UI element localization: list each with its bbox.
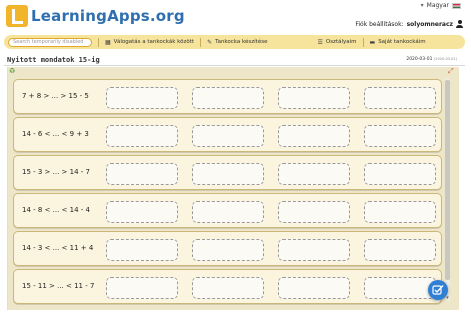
check-edit-icon bbox=[432, 285, 444, 295]
row-expression: 15 - 3 > ... > 14 - 7 bbox=[22, 168, 90, 176]
folder-icon: ▬ bbox=[369, 38, 376, 46]
nav-divider bbox=[98, 37, 99, 47]
header: LearningApps.org ▾ Magyar Fiók beállítás… bbox=[0, 0, 471, 32]
hungarian-flag-icon bbox=[452, 2, 461, 9]
nav-classes-label: Osztályaim bbox=[325, 39, 357, 45]
caret-down-icon: ▾ bbox=[420, 2, 424, 9]
answer-drop-slot[interactable] bbox=[364, 277, 436, 299]
exercise-row: 14 - 6 < ... < 9 + 3 bbox=[13, 117, 442, 152]
main-navbar: Search temporarily disabled ▦ Válogatás … bbox=[4, 35, 465, 49]
nav-my-apps[interactable]: ▬ Saját tankockáim bbox=[370, 39, 426, 46]
answer-drop-slot[interactable] bbox=[192, 277, 264, 299]
answer-drop-slot[interactable] bbox=[106, 277, 178, 299]
fullscreen-icon[interactable]: ⤢ bbox=[448, 68, 455, 75]
answer-drop-slot[interactable] bbox=[106, 239, 178, 261]
answer-drop-slot[interactable] bbox=[192, 125, 264, 147]
check-button[interactable] bbox=[428, 280, 448, 300]
scrollbar-thumb[interactable] bbox=[445, 80, 450, 280]
row-expression: 14 - 8 < ... < 14 - 4 bbox=[22, 206, 90, 214]
search-input[interactable]: Search temporarily disabled bbox=[8, 37, 92, 47]
answer-drop-slot[interactable] bbox=[364, 125, 436, 147]
answer-drop-slot[interactable] bbox=[192, 239, 264, 261]
exercise-row: 14 - 3 < ... < 11 + 4 bbox=[13, 231, 442, 266]
language-label: Magyar bbox=[426, 2, 449, 9]
page-title: Nyitott mondatok 15-ig bbox=[7, 56, 100, 64]
row-expression: 14 - 6 < ... < 9 + 3 bbox=[22, 130, 89, 138]
answer-drop-slot[interactable] bbox=[106, 87, 178, 109]
grid-icon: ▦ bbox=[105, 38, 111, 46]
logo-icon bbox=[6, 5, 28, 27]
row-expression: 15 - 11 > ... < 11 - 7 bbox=[22, 282, 95, 290]
refresh-icon[interactable]: ♻ bbox=[9, 68, 16, 75]
divider bbox=[4, 65, 465, 66]
nav-create-app[interactable]: ✎ Tankocka készítése bbox=[207, 39, 267, 46]
nav-browse-label: Válogatás a tankockák között bbox=[113, 39, 195, 45]
logo-text: LearningApps.org bbox=[31, 7, 185, 25]
exercise-row: 15 - 3 > ... > 14 - 7 bbox=[13, 155, 442, 190]
exercise-row: 15 - 11 > ... < 11 - 7 bbox=[13, 269, 442, 304]
answer-drop-slot[interactable] bbox=[106, 201, 178, 223]
answer-drop-slot[interactable] bbox=[278, 87, 350, 109]
nav-create-label: Tankocka készítése bbox=[215, 39, 268, 45]
answer-drop-slot[interactable] bbox=[364, 201, 436, 223]
language-selector[interactable]: ▾ Magyar bbox=[421, 2, 461, 9]
exercise-row: 7 + 8 > ... > 15 - 5 bbox=[13, 79, 442, 114]
date-small: (2020-03-01) bbox=[433, 57, 457, 61]
account-username: solyomneracz bbox=[406, 20, 453, 28]
exercise-row: 14 - 8 < ... < 14 - 4 bbox=[13, 193, 442, 228]
row-expression: 14 - 3 < ... < 11 + 4 bbox=[22, 244, 94, 252]
answer-drop-slot[interactable] bbox=[364, 163, 436, 185]
pencil-icon: ✎ bbox=[207, 38, 213, 46]
answer-drop-slot[interactable] bbox=[192, 163, 264, 185]
nav-browse-apps[interactable]: ▦ Válogatás a tankockák között bbox=[105, 39, 194, 46]
answer-drop-slot[interactable] bbox=[192, 201, 264, 223]
nav-divider bbox=[362, 37, 364, 47]
page-date: 2020-03-01 (2020-03-01) bbox=[406, 57, 457, 62]
user-icon bbox=[456, 20, 463, 28]
answer-drop-slot[interactable] bbox=[106, 125, 178, 147]
answer-drop-slot[interactable] bbox=[278, 163, 350, 185]
answer-drop-slot[interactable] bbox=[192, 87, 264, 109]
account-prefix: Fiók beállítások: bbox=[355, 20, 404, 28]
row-expression: 7 + 8 > ... > 15 - 5 bbox=[22, 92, 89, 100]
answer-drop-slot[interactable] bbox=[278, 277, 350, 299]
list-icon: ☰ bbox=[317, 38, 323, 46]
answer-drop-slot[interactable] bbox=[278, 201, 350, 223]
nav-divider bbox=[200, 37, 202, 47]
scroll-down-arrow-icon[interactable]: ▾ bbox=[445, 296, 450, 301]
nav-my-classes[interactable]: ☰ Osztályaim bbox=[317, 39, 356, 46]
answer-drop-slot[interactable] bbox=[364, 239, 436, 261]
answer-drop-slot[interactable] bbox=[278, 125, 350, 147]
answer-drop-slot[interactable] bbox=[364, 87, 436, 109]
account-settings[interactable]: Fiók beállítások: solyomneracz bbox=[355, 20, 463, 28]
answer-drop-slot[interactable] bbox=[106, 163, 178, 185]
date-value: 2020-03-01 bbox=[406, 57, 433, 62]
answer-drop-slot[interactable] bbox=[278, 239, 350, 261]
nav-my-apps-label: Saját tankockáim bbox=[378, 39, 426, 45]
logo[interactable]: LearningApps.org bbox=[6, 2, 185, 30]
bottom-band bbox=[0, 310, 471, 320]
